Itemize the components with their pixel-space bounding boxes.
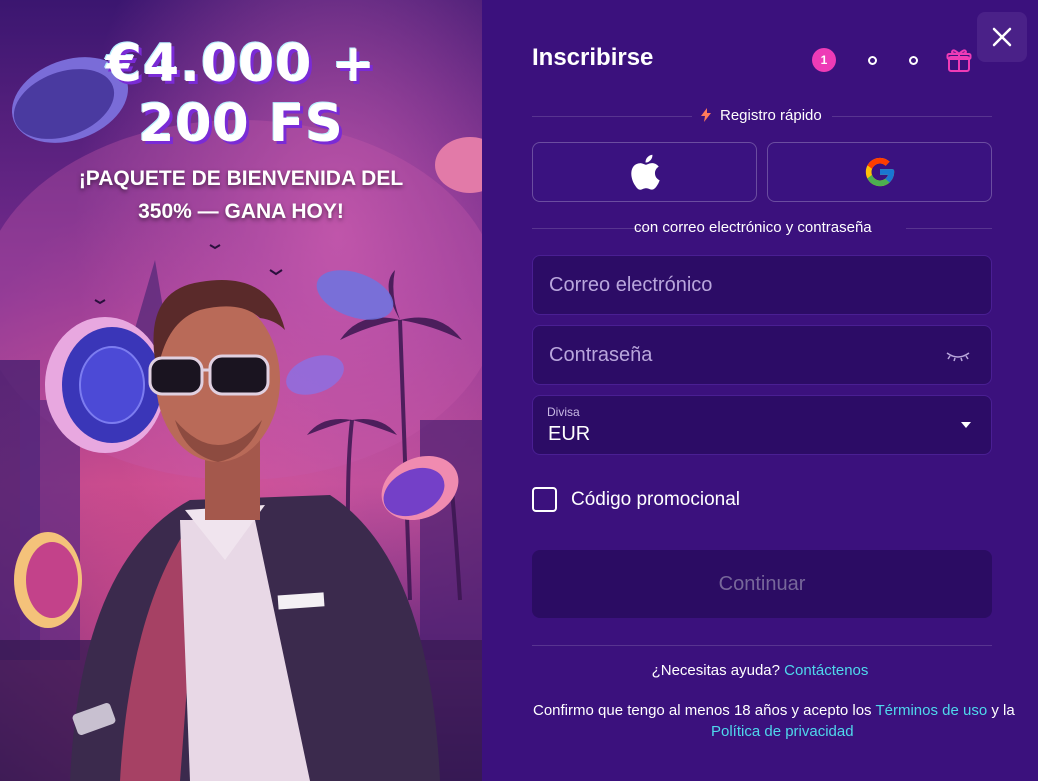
google-icon <box>865 157 894 187</box>
lightning-icon <box>701 108 711 122</box>
signup-panel: Inscribirse 1 Registro rápido con correo… <box>482 0 1038 781</box>
quick-register-label: Registro rápido <box>720 107 822 124</box>
currency-label: Divisa <box>547 405 580 419</box>
promo-code-checkbox[interactable] <box>532 487 557 512</box>
footer-divider <box>532 645 992 646</box>
close-button[interactable] <box>977 12 1027 62</box>
help-text: ¿Necesitas ayuda? <box>651 662 780 679</box>
promo-code-toggle[interactable]: Código promocional <box>532 487 740 512</box>
promo-subheadline-2: 350% — GANA HOY! <box>138 200 344 223</box>
legal-and: y la <box>991 702 1015 719</box>
page-title: Inscribirse <box>532 44 654 71</box>
step-indicator: 1 <box>812 46 972 74</box>
with-email-label: con correo electrónico y contraseña <box>634 219 872 236</box>
close-icon <box>992 27 1012 47</box>
quick-register-divider: Registro rápido <box>532 106 992 126</box>
gift-icon <box>946 49 972 72</box>
promo-headline-amount: €4.000 + <box>105 34 377 94</box>
promo-headline-spins: 200 FS <box>138 94 344 154</box>
legal-text: Confirmo que tengo al menos 18 años y ac… <box>533 702 872 719</box>
help-row: ¿Necesitas ayuda? Contáctenos <box>482 662 1038 679</box>
google-signin-button[interactable] <box>767 142 992 202</box>
contact-link[interactable]: Contáctenos <box>784 662 868 679</box>
step-3-dot <box>909 55 918 65</box>
chevron-down-icon <box>961 422 971 428</box>
email-field[interactable] <box>533 256 991 314</box>
password-field[interactable] <box>533 326 991 384</box>
promo-subheadline-1: ¡PAQUETE DE BIENVENIDA DEL <box>78 167 404 190</box>
legal-text-row: Confirmo que tengo al menos 18 años y ac… <box>533 699 1038 723</box>
privacy-link[interactable]: Política de privacidad <box>711 722 854 742</box>
continue-button[interactable]: Continuar <box>532 550 992 618</box>
terms-link[interactable]: Términos de uso <box>875 702 987 719</box>
eye-closed-icon[interactable] <box>945 348 971 364</box>
step-1-badge: 1 <box>812 48 836 72</box>
currency-value: EUR <box>548 423 591 445</box>
step-2-dot <box>868 55 877 65</box>
password-field-wrapper <box>532 325 992 385</box>
apple-icon <box>630 154 660 190</box>
email-divider: con correo electrónico y contraseña <box>532 218 992 238</box>
apple-signin-button[interactable] <box>532 142 757 202</box>
promo-banner: €4.000 + 200 FS ¡PAQUETE DE BIENVENIDA D… <box>0 0 482 781</box>
currency-select[interactable]: Divisa EUR <box>532 395 992 455</box>
email-field-wrapper <box>532 255 992 315</box>
promo-code-label: Código promocional <box>571 488 740 510</box>
